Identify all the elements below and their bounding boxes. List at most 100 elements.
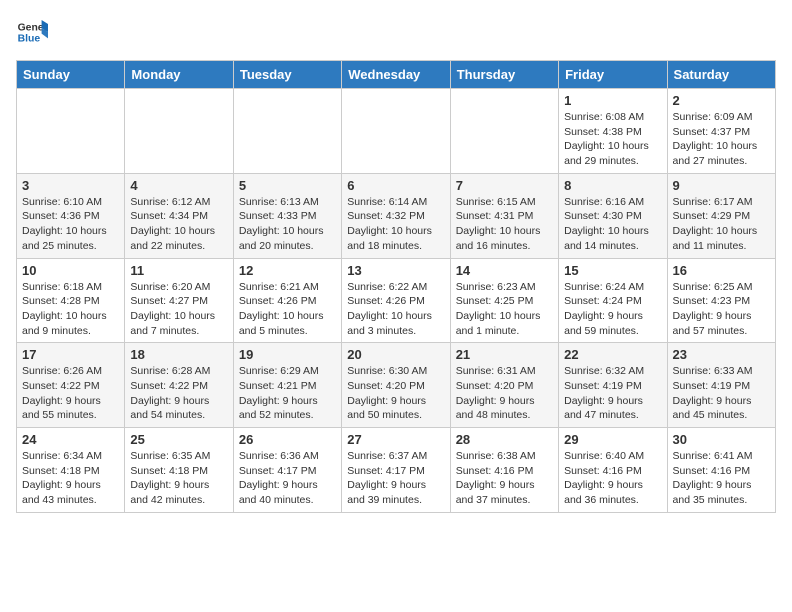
day-number: 27: [347, 432, 444, 447]
day-number: 19: [239, 347, 336, 362]
day-number: 13: [347, 263, 444, 278]
day-number: 26: [239, 432, 336, 447]
day-number: 11: [130, 263, 227, 278]
day-info: Sunrise: 6:16 AM Sunset: 4:30 PM Dayligh…: [564, 195, 661, 254]
calendar-week-4: 24 Sunrise: 6:34 AM Sunset: 4:18 PM Dayli…: [17, 428, 776, 513]
calendar-cell: 10 Sunrise: 6:18 AM Sunset: 4:28 PM Dayli…: [17, 258, 125, 343]
calendar-cell: 16 Sunrise: 6:25 AM Sunset: 4:23 PM Dayli…: [667, 258, 775, 343]
calendar-cell: 5 Sunrise: 6:13 AM Sunset: 4:33 PM Daylig…: [233, 173, 341, 258]
day-number: 1: [564, 93, 661, 108]
day-number: 2: [673, 93, 770, 108]
day-number: 15: [564, 263, 661, 278]
calendar-cell: 21 Sunrise: 6:31 AM Sunset: 4:20 PM Dayli…: [450, 343, 558, 428]
day-number: 30: [673, 432, 770, 447]
calendar-cell: 26Sunrise: 6:36 AM Sunset: 4:17 PM Dayli…: [233, 428, 341, 513]
day-info: Sunrise: 6:22 AM Sunset: 4:26 PM Dayligh…: [347, 280, 444, 339]
day-info: Sunrise: 6:32 AM Sunset: 4:19 PM Dayligh…: [564, 364, 661, 423]
day-number: 18: [130, 347, 227, 362]
calendar-header-monday: Monday: [125, 61, 233, 89]
calendar-cell: 3 Sunrise: 6:10 AM Sunset: 4:36 PM Daylig…: [17, 173, 125, 258]
svg-text:Blue: Blue: [18, 34, 41, 45]
day-info: Sunrise: 6:25 AM Sunset: 4:23 PM Dayligh…: [673, 280, 770, 339]
calendar-cell: 19 Sunrise: 6:29 AM Sunset: 4:21 PM Dayli…: [233, 343, 341, 428]
header: General Blue: [16, 16, 776, 48]
day-info: Sunrise: 6:23 AM Sunset: 4:25 PM Dayligh…: [456, 280, 553, 339]
day-number: 9: [673, 178, 770, 193]
calendar-header-friday: Friday: [559, 61, 667, 89]
day-number: 24: [22, 432, 119, 447]
day-info: Sunrise: 6:29 AM Sunset: 4:21 PM Dayligh…: [239, 364, 336, 423]
calendar-cell: 6 Sunrise: 6:14 AM Sunset: 4:32 PM Daylig…: [342, 173, 450, 258]
calendar-cell: [342, 89, 450, 174]
calendar-cell: 17Sunrise: 6:26 AM Sunset: 4:22 PM Dayli…: [17, 343, 125, 428]
day-info: Sunrise: 6:09 AM Sunset: 4:37 PM Dayligh…: [673, 110, 770, 169]
day-number: 5: [239, 178, 336, 193]
calendar-cell: 27 Sunrise: 6:37 AM Sunset: 4:17 PM Dayli…: [342, 428, 450, 513]
day-number: 8: [564, 178, 661, 193]
day-info: Sunrise: 6:40 AM Sunset: 4:16 PM Dayligh…: [564, 449, 661, 508]
day-number: 28: [456, 432, 553, 447]
day-info: Sunrise: 6:18 AM Sunset: 4:28 PM Dayligh…: [22, 280, 119, 339]
calendar-cell: 22Sunrise: 6:32 AM Sunset: 4:19 PM Dayli…: [559, 343, 667, 428]
calendar-cell: [450, 89, 558, 174]
day-info: Sunrise: 6:37 AM Sunset: 4:17 PM Dayligh…: [347, 449, 444, 508]
calendar-cell: 24 Sunrise: 6:34 AM Sunset: 4:18 PM Dayli…: [17, 428, 125, 513]
calendar-cell: 13 Sunrise: 6:22 AM Sunset: 4:26 PM Dayli…: [342, 258, 450, 343]
day-info: Sunrise: 6:26 AM Sunset: 4:22 PM Dayligh…: [22, 364, 119, 423]
calendar-week-1: 3 Sunrise: 6:10 AM Sunset: 4:36 PM Daylig…: [17, 173, 776, 258]
calendar-cell: 23 Sunrise: 6:33 AM Sunset: 4:19 PM Dayli…: [667, 343, 775, 428]
day-number: 14: [456, 263, 553, 278]
day-info: Sunrise: 6:33 AM Sunset: 4:19 PM Dayligh…: [673, 364, 770, 423]
day-number: 16: [673, 263, 770, 278]
day-info: Sunrise: 6:31 AM Sunset: 4:20 PM Dayligh…: [456, 364, 553, 423]
calendar-header-tuesday: Tuesday: [233, 61, 341, 89]
calendar-cell: 25Sunrise: 6:35 AM Sunset: 4:18 PM Dayli…: [125, 428, 233, 513]
calendar-cell: 9 Sunrise: 6:17 AM Sunset: 4:29 PM Daylig…: [667, 173, 775, 258]
calendar-header-sunday: Sunday: [17, 61, 125, 89]
day-info: Sunrise: 6:28 AM Sunset: 4:22 PM Dayligh…: [130, 364, 227, 423]
calendar-header-saturday: Saturday: [667, 61, 775, 89]
calendar-week-0: 1Sunrise: 6:08 AM Sunset: 4:38 PM Daylig…: [17, 89, 776, 174]
day-info: Sunrise: 6:30 AM Sunset: 4:20 PM Dayligh…: [347, 364, 444, 423]
day-number: 29: [564, 432, 661, 447]
day-number: 21: [456, 347, 553, 362]
calendar-cell: 11Sunrise: 6:20 AM Sunset: 4:27 PM Dayli…: [125, 258, 233, 343]
calendar-cell: 30 Sunrise: 6:41 AM Sunset: 4:16 PM Dayli…: [667, 428, 775, 513]
day-info: Sunrise: 6:10 AM Sunset: 4:36 PM Dayligh…: [22, 195, 119, 254]
calendar-cell: 2 Sunrise: 6:09 AM Sunset: 4:37 PM Daylig…: [667, 89, 775, 174]
calendar-week-3: 17Sunrise: 6:26 AM Sunset: 4:22 PM Dayli…: [17, 343, 776, 428]
day-info: Sunrise: 6:24 AM Sunset: 4:24 PM Dayligh…: [564, 280, 661, 339]
day-info: Sunrise: 6:13 AM Sunset: 4:33 PM Dayligh…: [239, 195, 336, 254]
calendar-header-row: SundayMondayTuesdayWednesdayThursdayFrid…: [17, 61, 776, 89]
day-number: 3: [22, 178, 119, 193]
calendar-cell: 7 Sunrise: 6:15 AM Sunset: 4:31 PM Daylig…: [450, 173, 558, 258]
day-info: Sunrise: 6:34 AM Sunset: 4:18 PM Dayligh…: [22, 449, 119, 508]
calendar-cell: 4Sunrise: 6:12 AM Sunset: 4:34 PM Daylig…: [125, 173, 233, 258]
calendar-cell: [233, 89, 341, 174]
day-number: 12: [239, 263, 336, 278]
day-info: Sunrise: 6:41 AM Sunset: 4:16 PM Dayligh…: [673, 449, 770, 508]
day-number: 23: [673, 347, 770, 362]
calendar-cell: 8 Sunrise: 6:16 AM Sunset: 4:30 PM Daylig…: [559, 173, 667, 258]
calendar-cell: [17, 89, 125, 174]
day-info: Sunrise: 6:17 AM Sunset: 4:29 PM Dayligh…: [673, 195, 770, 254]
day-info: Sunrise: 6:15 AM Sunset: 4:31 PM Dayligh…: [456, 195, 553, 254]
calendar-cell: [125, 89, 233, 174]
day-number: 7: [456, 178, 553, 193]
day-number: 6: [347, 178, 444, 193]
day-info: Sunrise: 6:14 AM Sunset: 4:32 PM Dayligh…: [347, 195, 444, 254]
calendar-cell: 14 Sunrise: 6:23 AM Sunset: 4:25 PM Dayli…: [450, 258, 558, 343]
calendar-cell: 1Sunrise: 6:08 AM Sunset: 4:38 PM Daylig…: [559, 89, 667, 174]
day-info: Sunrise: 6:35 AM Sunset: 4:18 PM Dayligh…: [130, 449, 227, 508]
calendar-cell: 15 Sunrise: 6:24 AM Sunset: 4:24 PM Dayli…: [559, 258, 667, 343]
day-info: Sunrise: 6:38 AM Sunset: 4:16 PM Dayligh…: [456, 449, 553, 508]
calendar-header-wednesday: Wednesday: [342, 61, 450, 89]
calendar-header-thursday: Thursday: [450, 61, 558, 89]
calendar-cell: 29 Sunrise: 6:40 AM Sunset: 4:16 PM Dayli…: [559, 428, 667, 513]
logo-icon: General Blue: [16, 16, 48, 48]
calendar-body: 1Sunrise: 6:08 AM Sunset: 4:38 PM Daylig…: [17, 89, 776, 513]
day-number: 10: [22, 263, 119, 278]
logo: General Blue: [16, 16, 48, 48]
day-number: 20: [347, 347, 444, 362]
calendar-cell: 28 Sunrise: 6:38 AM Sunset: 4:16 PM Dayli…: [450, 428, 558, 513]
